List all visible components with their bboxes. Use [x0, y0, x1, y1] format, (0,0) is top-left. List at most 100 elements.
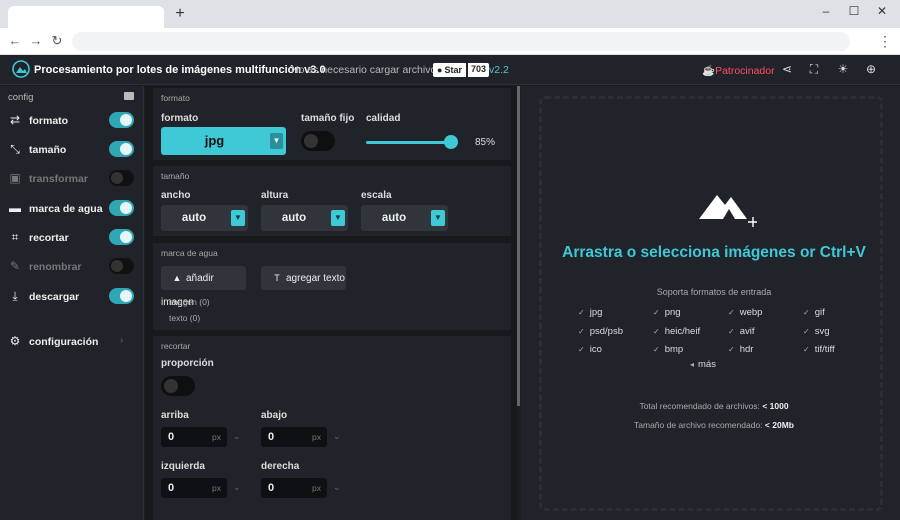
- sidebar-item-renombrar[interactable]: ✎ renombrar: [0, 256, 144, 278]
- sidebar-item-transformar[interactable]: ▣ transformar: [0, 168, 144, 190]
- reload-icon[interactable]: ↻: [50, 34, 64, 48]
- height-value: auto: [281, 212, 307, 224]
- add-text-button[interactable]: Tagregar texto: [261, 266, 346, 290]
- collapse-icon[interactable]: [124, 92, 134, 100]
- crop-top-input[interactable]: 0 px: [161, 427, 227, 447]
- format-item: ✓ avif: [728, 326, 755, 337]
- crop-right-input[interactable]: 0 px: [261, 478, 327, 498]
- forward-icon[interactable]: →: [29, 34, 43, 48]
- crop-left-input[interactable]: 0 px: [161, 478, 227, 498]
- check-icon: ✓: [653, 345, 660, 354]
- proportion-toggle[interactable]: [161, 376, 195, 396]
- share-icon[interactable]: ⋖: [780, 62, 794, 76]
- format-item: ✓ heic/heif: [653, 326, 701, 337]
- section-title: marca de agua: [161, 248, 218, 258]
- minimize-icon[interactable]: –: [818, 3, 834, 19]
- formats-title: Soporta formatos de entrada: [656, 287, 772, 297]
- check-icon: ✓: [578, 308, 585, 317]
- add-image-button[interactable]: ▲ añadir imagen: [161, 266, 246, 308]
- github-star-button[interactable]: ● Star 703: [433, 63, 489, 77]
- format-item: ✓ psd/psb: [578, 326, 623, 337]
- config-label: configuración: [29, 336, 99, 348]
- maximize-icon[interactable]: ☐: [846, 3, 862, 19]
- marca-toggle[interactable]: [109, 200, 134, 216]
- width-select[interactable]: auto ▼: [161, 205, 248, 231]
- app-title: Procesamiento por lotes de imágenes mult…: [34, 64, 326, 76]
- height-select[interactable]: auto ▼: [261, 205, 348, 231]
- check-icon: ✓: [653, 308, 660, 317]
- version-link[interactable]: v2.2: [489, 64, 509, 76]
- quality-slider-thumb[interactable]: [444, 135, 458, 149]
- format-item: ✓ png: [653, 307, 681, 318]
- theme-icon[interactable]: ☀: [836, 62, 850, 76]
- more-formats-link[interactable]: ◂ más: [690, 359, 716, 370]
- browser-menu-icon[interactable]: ⋮: [878, 33, 892, 49]
- sidebar-item-recortar[interactable]: ⌗ recortar: [0, 227, 144, 249]
- language-icon[interactable]: ⊕: [864, 62, 878, 76]
- sponsor-link[interactable]: ☕Patrocinador: [702, 64, 775, 77]
- formato-toggle[interactable]: [109, 112, 134, 128]
- crop-bottom-value: 0: [268, 431, 275, 443]
- chevron-down-icon[interactable]: ⌄: [233, 482, 241, 493]
- format-item: ✓ svg: [803, 326, 830, 337]
- check-icon: ✓: [578, 345, 585, 354]
- sidebar: config ⇄ formato ⤡ tamaño ▣ transformar …: [0, 86, 144, 520]
- fixed-size-toggle[interactable]: [301, 131, 335, 151]
- sidebar-item-descargar[interactable]: ⤓ descargar: [0, 286, 144, 308]
- check-icon: ✓: [728, 327, 735, 336]
- screenshot-icon[interactable]: ⛶: [807, 62, 821, 76]
- format-item: ✓ hdr: [728, 344, 754, 355]
- scale-select[interactable]: auto ▼: [361, 205, 448, 231]
- config-scrollbar[interactable]: [517, 86, 520, 406]
- total-files-note: Total recomendado de archivos: < 1000: [639, 401, 789, 411]
- back-icon[interactable]: ←: [8, 34, 22, 48]
- chevron-right-icon: ›: [120, 335, 124, 346]
- renombrar-toggle[interactable]: [109, 258, 134, 274]
- section-title: tamaño: [161, 171, 190, 181]
- check-icon: ✓: [803, 308, 810, 317]
- crop-left-value: 0: [168, 482, 175, 494]
- chevron-down-icon[interactable]: ⌄: [333, 482, 341, 493]
- unit-label: px: [312, 483, 321, 493]
- app-subtitle: No es necesario cargar archivos: [291, 64, 442, 76]
- format-select[interactable]: jpg ▼: [161, 127, 286, 155]
- sidebar-item-tamano[interactable]: ⤡ tamaño: [0, 139, 144, 161]
- format-item: ✓ gif: [803, 307, 825, 318]
- sidebar-item-formato[interactable]: ⇄ formato: [0, 110, 144, 132]
- github-icon: ●: [437, 65, 443, 75]
- quality-slider[interactable]: [366, 141, 451, 144]
- sidebar-item-marca-de-agua[interactable]: ▬ marca de agua: [0, 198, 144, 220]
- new-tab-button[interactable]: +: [172, 6, 188, 22]
- browser-tab[interactable]: [8, 6, 164, 28]
- browser-tab-strip: + – ☐ ✕: [0, 0, 900, 28]
- watermark-icon: ▬: [9, 201, 21, 215]
- tamano-toggle[interactable]: [109, 141, 134, 157]
- app-header: Procesamiento por lotes de imágenes mult…: [0, 55, 900, 85]
- sidebar-config[interactable]: ⚙ configuración ›: [0, 332, 144, 352]
- chevron-down-icon[interactable]: ⌄: [233, 431, 241, 442]
- crop-bottom-input[interactable]: 0 px: [261, 427, 327, 447]
- descargar-toggle[interactable]: [109, 288, 134, 304]
- sidebar-item-label: transformar: [29, 173, 88, 185]
- height-label: altura: [261, 190, 289, 201]
- download-icon: ⤓: [12, 289, 18, 303]
- close-window-icon[interactable]: ✕: [874, 3, 890, 19]
- chevron-down-icon: ▼: [431, 210, 445, 226]
- address-bar[interactable]: [72, 32, 850, 51]
- sponsor-icon: ☕: [702, 65, 716, 77]
- right-label: derecha: [261, 461, 300, 472]
- chevron-down-icon: ▼: [331, 210, 345, 226]
- resize-icon: ⤡: [10, 142, 20, 156]
- recortar-toggle[interactable]: [109, 229, 134, 245]
- proportion-label: proporción: [161, 358, 214, 369]
- chevron-down-icon[interactable]: ⌄: [333, 431, 341, 442]
- sidebar-heading: config: [8, 92, 34, 103]
- format-item: ✓ jpg: [578, 307, 603, 318]
- crop-right-value: 0: [268, 482, 275, 494]
- transformar-toggle[interactable]: [109, 170, 134, 186]
- scale-value: auto: [381, 212, 407, 224]
- dropzone[interactable]: Arrastra o selecciona imágenes or Ctrl+V…: [539, 96, 883, 511]
- check-icon: ✓: [803, 327, 810, 336]
- crop-icon: ⌗: [11, 230, 19, 244]
- gear-icon: ⚙: [9, 334, 21, 348]
